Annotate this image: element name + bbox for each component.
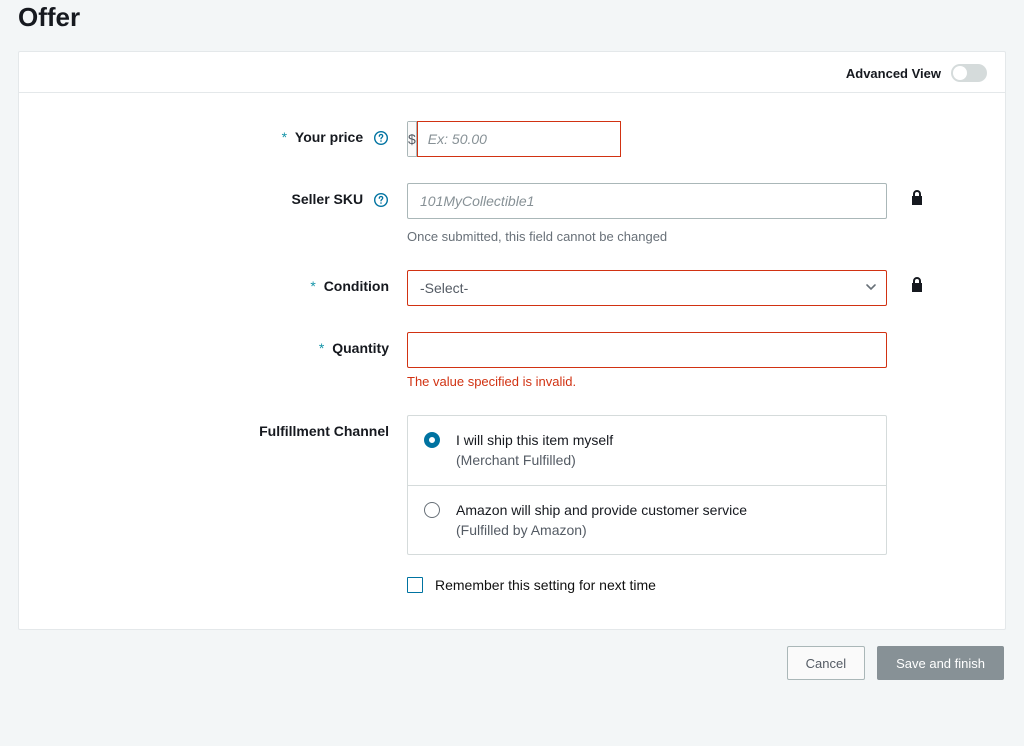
label-condition: * Condition — [37, 270, 407, 294]
radio-icon — [424, 502, 440, 518]
row-sku: Seller SKU Once submitted, this field ca… — [37, 183, 987, 244]
label-text-sku: Seller SKU — [292, 191, 364, 207]
price-input[interactable] — [417, 121, 621, 157]
required-marker: * — [282, 129, 287, 145]
fulfillment-radio-group: I will ship this item myself (Merchant F… — [407, 415, 887, 555]
help-icon[interactable] — [373, 130, 389, 146]
advanced-view-label: Advanced View — [846, 66, 941, 81]
label-text-fulfillment: Fulfillment Channel — [259, 423, 389, 439]
label-fulfillment: Fulfillment Channel — [37, 415, 407, 439]
checkbox-icon — [407, 577, 423, 593]
row-quantity: * Quantity The value specified is invali… — [37, 332, 987, 389]
form-area: * Your price $ Seller SKU — [19, 93, 1005, 629]
page-title: Offer — [18, 2, 1006, 33]
currency-prefix: $ — [408, 122, 417, 156]
label-quantity: * Quantity — [37, 332, 407, 356]
label-price: * Your price — [37, 121, 407, 146]
remember-label: Remember this setting for next time — [435, 577, 656, 593]
label-text-condition: Condition — [324, 278, 389, 294]
cancel-button[interactable]: Cancel — [787, 646, 865, 680]
sku-help-text: Once submitted, this field cannot be cha… — [407, 229, 887, 244]
required-marker: * — [319, 340, 324, 356]
condition-select[interactable]: -Select- — [407, 270, 887, 306]
card-header: Advanced View — [19, 52, 1005, 93]
label-text-quantity: Quantity — [332, 340, 389, 356]
lock-icon — [909, 189, 925, 207]
quantity-input[interactable] — [407, 332, 887, 368]
radio-sublabel: (Fulfilled by Amazon) — [456, 520, 747, 540]
radio-sublabel: (Merchant Fulfilled) — [456, 450, 613, 470]
price-input-group: $ — [407, 121, 602, 157]
label-sku: Seller SKU — [37, 183, 407, 208]
remember-setting-checkbox[interactable]: Remember this setting for next time — [407, 577, 887, 593]
quantity-error: The value specified is invalid. — [407, 374, 887, 389]
offer-card: Advanced View * Your price $ — [18, 51, 1006, 630]
fulfillment-option-merchant[interactable]: I will ship this item myself (Merchant F… — [408, 416, 886, 486]
radio-label: Amazon will ship and provide customer se… — [456, 500, 747, 520]
row-fulfillment: Fulfillment Channel I will ship this ite… — [37, 415, 987, 593]
help-icon[interactable] — [373, 192, 389, 208]
required-marker: * — [310, 278, 315, 294]
radio-label: I will ship this item myself — [456, 430, 613, 450]
radio-icon — [424, 432, 440, 448]
fulfillment-option-amazon[interactable]: Amazon will ship and provide customer se… — [408, 486, 886, 555]
footer-actions: Cancel Save and finish — [18, 630, 1006, 686]
save-button[interactable]: Save and finish — [877, 646, 1004, 680]
advanced-view-toggle[interactable] — [951, 64, 987, 82]
row-price: * Your price $ — [37, 121, 987, 157]
lock-icon — [909, 276, 925, 294]
row-condition: * Condition -Select- — [37, 270, 987, 306]
sku-input[interactable] — [407, 183, 887, 219]
label-text-price: Your price — [295, 129, 363, 145]
